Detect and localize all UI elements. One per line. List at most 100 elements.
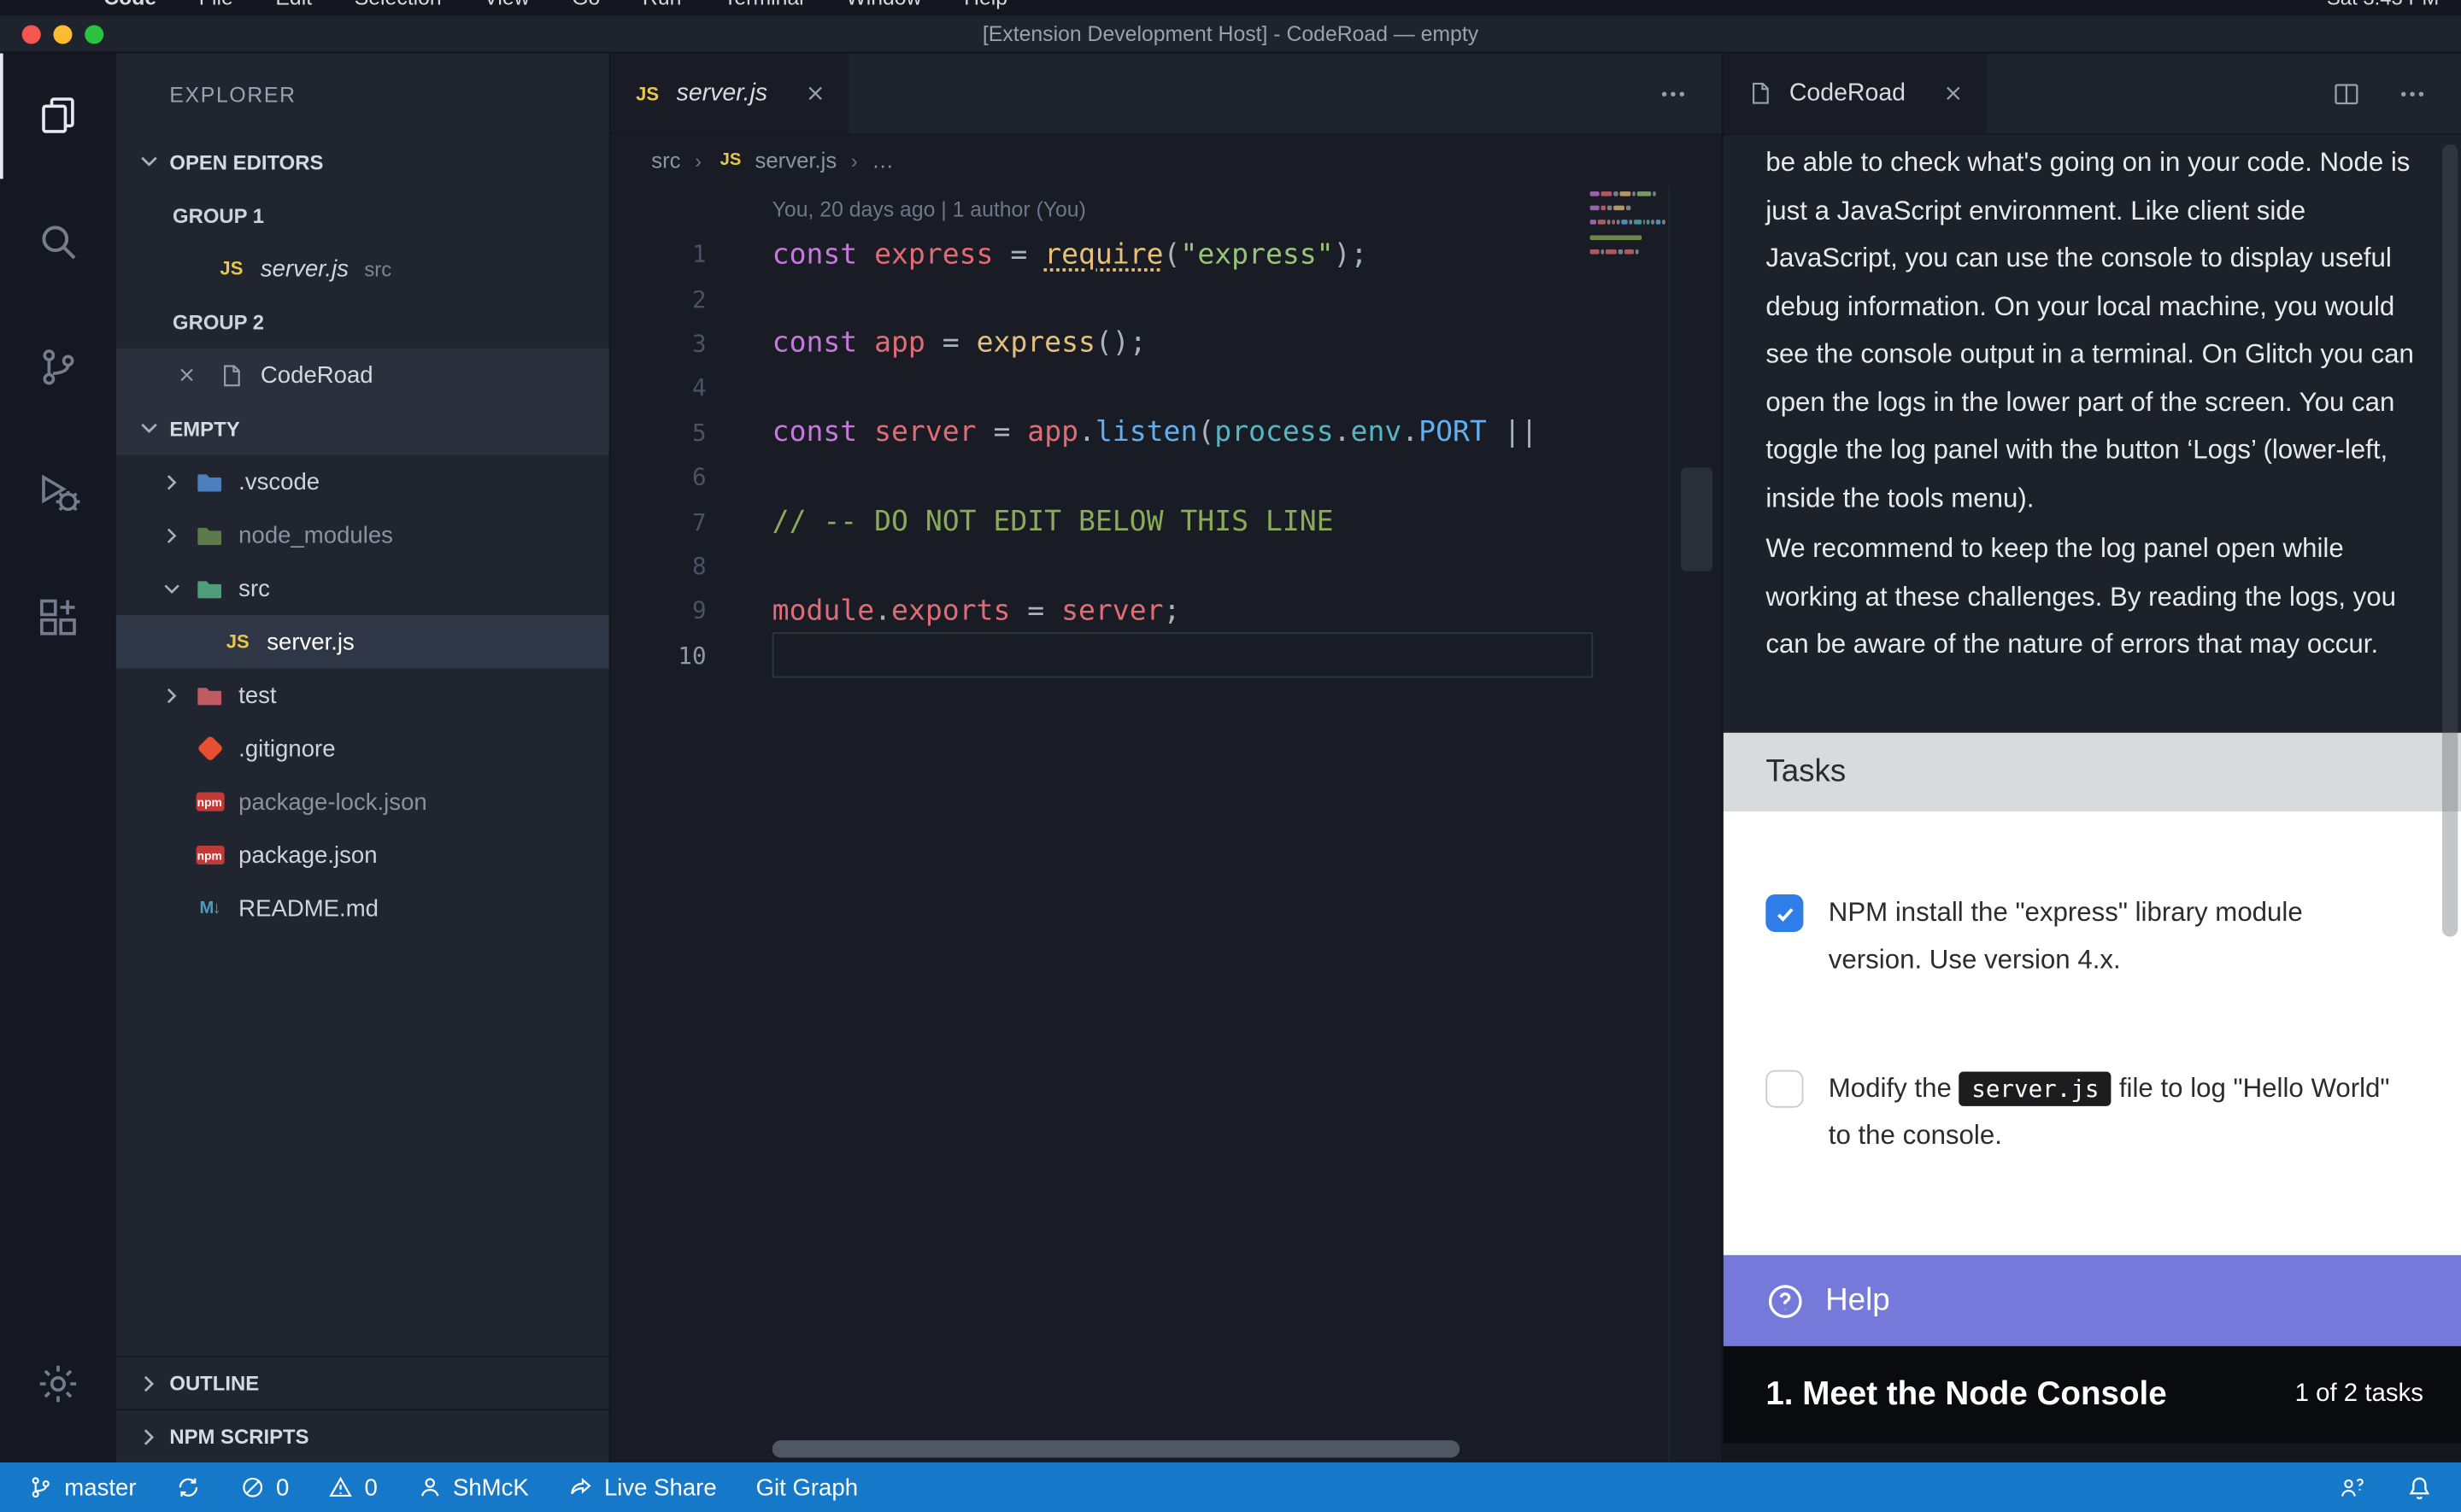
more-actions-icon[interactable] [1659, 79, 1687, 108]
close-editor-slot[interactable] [176, 364, 217, 386]
status-tutorial-author[interactable]: ShMcK [417, 1474, 529, 1501]
activity-search[interactable] [0, 179, 116, 304]
status-notifications[interactable] [2406, 1474, 2433, 1501]
markdown-file-icon: M↓ [195, 895, 225, 922]
section-npm-scripts[interactable]: NPM SCRIPTS [116, 1409, 609, 1462]
menu-item-edit[interactable]: Edit [275, 0, 312, 9]
breadcrumb-item-src[interactable]: src [651, 148, 680, 173]
panel-scrollbar-thumb[interactable] [2442, 144, 2458, 937]
code-text: // -- DO NOT EDIT BELOW THIS LINE [772, 505, 1334, 538]
breadcrumb-item-more[interactable]: … [872, 148, 894, 173]
minimap-segment [1599, 220, 1606, 226]
macos-menu-bar: Code File Edit Selection View Go Run Terminal Wi… [0, 0, 2461, 15]
chevron-slot [160, 842, 194, 867]
chevron-slot [160, 735, 194, 760]
minimize-window-button[interactable] [53, 25, 72, 44]
open-editor-server-js[interactable]: JSserver.jssrc [116, 242, 609, 295]
chevron-down-icon [135, 416, 163, 441]
minimap-segment [1601, 249, 1604, 255]
feedback-icon [2339, 1474, 2365, 1501]
task-checkbox-unchecked[interactable] [1765, 1070, 1803, 1108]
horizontal-scrollbar-thumb[interactable] [772, 1440, 1460, 1457]
tree-item-package-json[interactable]: npmpackage.json [116, 829, 609, 882]
menu-item-help[interactable]: Help [964, 0, 1007, 9]
status-warnings[interactable]: 0 [328, 1474, 378, 1501]
branch-icon [28, 1475, 53, 1500]
activity-settings[interactable] [0, 1322, 116, 1447]
section-outline[interactable]: OUTLINE [116, 1356, 609, 1409]
open-editors-label: OPEN EDITORS [169, 149, 323, 173]
file-tree: .vscodenode_modulessrcJSserver.js test .gi… [116, 455, 609, 935]
tree-item-server-js[interactable]: JSserver.js [116, 615, 609, 668]
tree-item-readme-md[interactable]: M↓README.md [116, 882, 609, 935]
status-label: ShMcK [453, 1474, 529, 1501]
tree-item-test[interactable]: test [116, 668, 609, 721]
workspace-section-header[interactable]: EMPTY [116, 401, 609, 454]
open-editors-section-header[interactable]: OPEN EDITORS [116, 135, 609, 188]
activity-explorer[interactable] [0, 53, 116, 179]
vertical-scrollbar[interactable] [1668, 185, 1721, 1462]
extensions-icon [34, 595, 81, 642]
task-checkbox-checked[interactable] [1765, 894, 1803, 932]
tab-coderoad[interactable]: CodeRoad [1724, 53, 1988, 133]
menu-item-go[interactable]: Go [572, 0, 600, 9]
status-sync-changes[interactable] [175, 1475, 200, 1500]
menu-item-view[interactable]: View [484, 0, 529, 9]
chevron-right-icon [160, 683, 184, 707]
status-feedback[interactable] [2339, 1474, 2365, 1501]
status-label: 0 [276, 1474, 289, 1501]
chevron-right-icon [135, 1424, 163, 1449]
help-bar[interactable]: Help [1724, 1255, 2461, 1346]
chevron-slot [188, 630, 222, 654]
code-text: const app = express(); [772, 327, 1147, 360]
tree-item-src[interactable]: src [116, 562, 609, 615]
close-tab-icon[interactable] [1941, 82, 1965, 106]
status-errors[interactable]: 0 [240, 1474, 290, 1501]
zoom-window-button[interactable] [85, 25, 103, 44]
menu-item-file[interactable]: File [199, 0, 233, 9]
minimap[interactable] [1590, 191, 1665, 263]
minimap-segment [1607, 206, 1612, 211]
sync-icon [175, 1475, 200, 1500]
open-editor-coderoad[interactable]: CodeRoad [116, 349, 609, 401]
lesson-text: be able to check what's going on in your… [1724, 135, 2461, 733]
warning-icon [328, 1475, 353, 1500]
split-editor-icon[interactable] [2332, 79, 2360, 108]
tab-server-js[interactable]: JS server.js [610, 53, 849, 133]
menu-items: Code File Edit Selection View Go Run Terminal Wi… [103, 0, 1007, 9]
minimap-segment [1606, 249, 1617, 255]
menu-item-code[interactable]: Code [103, 0, 156, 9]
minimap-segment [1636, 249, 1639, 255]
vertical-scrollbar-thumb[interactable] [1681, 467, 1712, 571]
code-editor[interactable]: You, 20 days ago | 1 author (You) 1const… [610, 185, 1721, 1462]
tree-item-node-modules[interactable]: node_modules [116, 508, 609, 561]
activity-run-debug[interactable] [0, 430, 116, 555]
breadcrumb-item-server-js[interactable]: JSserver.js [716, 147, 837, 173]
menu-item-window[interactable]: Window [846, 0, 921, 9]
code-line-6: 6 [610, 455, 1721, 500]
close-tab-icon[interactable] [803, 82, 827, 106]
menu-item-run[interactable]: Run [643, 0, 681, 9]
menu-item-terminal[interactable]: Terminal [724, 0, 804, 9]
status-git-branch[interactable]: master [28, 1474, 136, 1501]
code-line-7: 7// -- DO NOT EDIT BELOW THIS LINE [610, 500, 1721, 544]
tree-item-package-lock-json[interactable]: npmpackage-lock.json [116, 775, 609, 828]
line-number: 5 [610, 419, 706, 447]
close-window-button[interactable] [22, 25, 41, 44]
status-git-graph[interactable]: Git Graph [756, 1474, 858, 1501]
minimap-segment [1590, 249, 1600, 255]
status-label: Live Share [604, 1474, 717, 1501]
tree-item-label: test [238, 682, 276, 708]
lesson-footer-bar[interactable]: 1. Meet the Node Console 1 of 2 tasks [1724, 1346, 2461, 1444]
line-number: 1 [610, 240, 706, 268]
menu-item-selection[interactable]: Selection [355, 0, 442, 9]
editor-group: JS server.js src›JSserver.js›… You, 20 d… [610, 53, 1721, 1462]
more-actions-icon[interactable] [2399, 79, 2427, 108]
tree-item--gitignore[interactable]: .gitignore [116, 722, 609, 775]
activity-extensions[interactable] [0, 555, 116, 681]
breadcrumb[interactable]: src›JSserver.js›… [610, 135, 1721, 185]
status-live-share[interactable]: Live Share [568, 1474, 717, 1501]
activity-source-control[interactable] [0, 304, 116, 430]
tree-item--vscode[interactable]: .vscode [116, 455, 609, 508]
code-text: const server = app.listen(process.env.PO… [772, 416, 1538, 449]
